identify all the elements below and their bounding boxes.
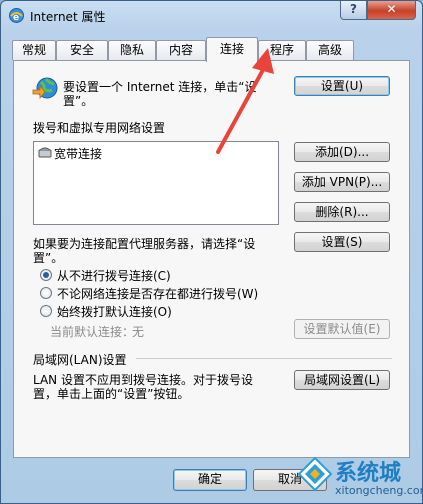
svg-text:e: e bbox=[13, 13, 19, 23]
remove-button[interactable]: 删除(R)... bbox=[294, 202, 390, 222]
connection-list[interactable]: 宽带连接 bbox=[33, 141, 279, 225]
window-title: Internet 属性 bbox=[30, 10, 106, 24]
setup-button[interactable]: 设置(U) bbox=[294, 76, 390, 96]
connections-panel: 要设置一个 Internet 连接，单击“设 置”。 设置(U) 拨号和虚拟专用… bbox=[13, 60, 410, 458]
tab-general[interactable]: 常规 bbox=[12, 40, 56, 60]
current-default-label: 当前默认连接： bbox=[50, 325, 135, 339]
list-item-label: 宽带连接 bbox=[54, 147, 103, 161]
tab-privacy[interactable]: 隐私 bbox=[108, 40, 156, 60]
add-button[interactable]: 添加(D)... bbox=[294, 142, 390, 162]
lan-settings-header: 局域网(LAN)设置 bbox=[33, 353, 127, 367]
phone-connection-icon bbox=[38, 147, 52, 158]
tab-advanced[interactable]: 高级 bbox=[306, 40, 354, 60]
dialup-vpn-header: 拨号和虚拟专用网络设置 bbox=[33, 121, 166, 135]
globe-connection-icon bbox=[32, 77, 58, 100]
tab-content[interactable]: 内容 bbox=[156, 40, 206, 60]
current-default-value: 无 bbox=[132, 325, 145, 339]
help-button[interactable]: ? bbox=[340, 1, 367, 20]
watermark-brand: 系统城 bbox=[335, 461, 402, 486]
setup-instructions-line2: 置”。 bbox=[63, 94, 94, 108]
radio-dial-when-no-network[interactable] bbox=[40, 287, 52, 299]
tab-programs[interactable]: 程序 bbox=[258, 40, 306, 60]
radio-never-dial[interactable] bbox=[40, 269, 52, 281]
lan-instructions-line2: 置，单击上面的“设置”按钮。 bbox=[33, 387, 190, 401]
internet-properties-window: e Internet 属性 ? ✕ 常规 安全 隐私 内容 连接 程序 高级 要… bbox=[0, 0, 423, 504]
tab-security[interactable]: 安全 bbox=[56, 40, 108, 60]
set-default-button[interactable]: 设置默认值(E) bbox=[294, 319, 390, 339]
ok-button[interactable]: 确定 bbox=[173, 469, 247, 491]
watermark-logo-icon bbox=[298, 457, 332, 491]
radio-dial-when-no-network-label[interactable]: 不论网络连接是否存在都进行拨号(W) bbox=[57, 285, 258, 302]
watermark: 系统城 xitongcheng.com bbox=[298, 451, 423, 503]
internet-explorer-icon: e bbox=[9, 8, 24, 23]
radio-never-dial-label[interactable]: 从不进行拨号连接(C) bbox=[57, 267, 171, 284]
close-button[interactable]: ✕ bbox=[367, 1, 416, 20]
watermark-url: xitongcheng.com bbox=[335, 484, 423, 497]
proxy-instructions-line1: 如果要为连接配置代理服务器，请选择“设 bbox=[33, 237, 256, 251]
proxy-settings-button[interactable]: 设置(S) bbox=[294, 232, 390, 252]
tab-connections[interactable]: 连接 bbox=[206, 37, 258, 62]
title-bar[interactable]: e Internet 属性 ? ✕ bbox=[1, 1, 422, 31]
lan-divider bbox=[136, 358, 392, 359]
radio-always-dial[interactable] bbox=[40, 305, 52, 317]
lan-settings-button[interactable]: 局域网设置(L) bbox=[294, 370, 390, 390]
proxy-instructions-line2: 置”。 bbox=[33, 251, 64, 265]
add-vpn-button[interactable]: 添加 VPN(P)... bbox=[294, 172, 390, 192]
radio-always-dial-label[interactable]: 始终拨打默认连接(O) bbox=[57, 303, 172, 320]
